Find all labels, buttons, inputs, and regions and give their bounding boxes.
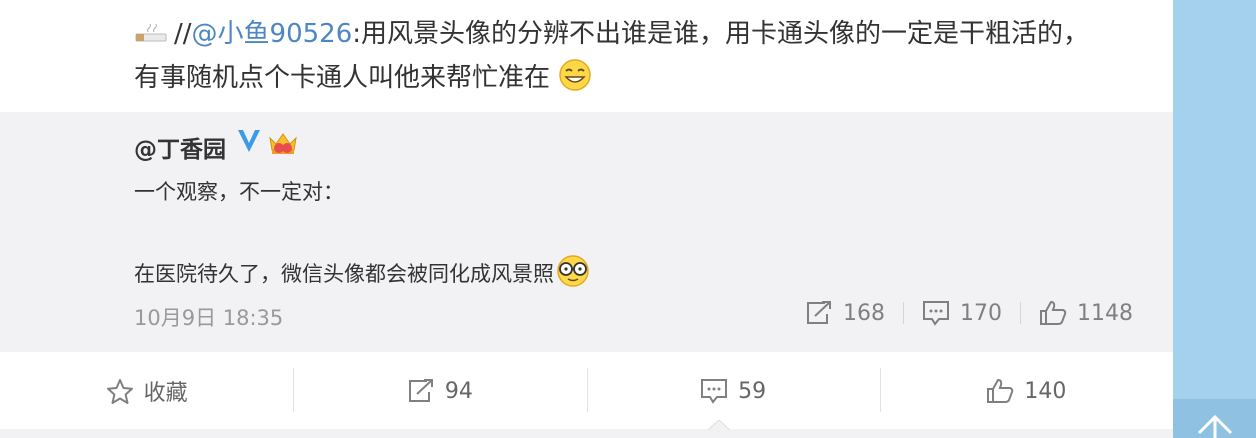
post-text: //@小鱼90526:用风景头像的分辨不出谁是谁，用卡通头像的一定是干粗活的， … (134, 12, 1134, 100)
post-text-line2: 有事随机点个卡通人叫他来帮忙准在 (134, 63, 551, 93)
repost-icon (408, 379, 433, 402)
repost-icon (807, 301, 831, 324)
repost-timestamp[interactable]: 10月9日 18:35 (134, 302, 283, 332)
divider (1020, 302, 1021, 324)
repost-repost-button[interactable]: 168 (805, 300, 885, 326)
weibo-post-card: //@小鱼90526:用风景头像的分辨不出谁是谁，用卡通头像的一定是干粗活的， … (0, 0, 1173, 438)
repost-comment-button[interactable]: 170 (922, 300, 1002, 326)
grin-emoji-icon (558, 58, 592, 106)
comment-count: 59 (738, 378, 767, 404)
divider (879, 368, 881, 412)
like-icon (987, 378, 1014, 403)
reposted-content: @丁香园 一个观察，不一定对： 在医院待久了，微信头像都会被同化成风景照 10月… (0, 112, 1173, 352)
star-icon (106, 378, 133, 404)
repost-action-bar: 168 170 1148 (805, 300, 1133, 326)
post-text-line1: :用风景头像的分辨不出谁是谁，用卡通头像的一定是干粗活的， (352, 19, 1090, 49)
divider (586, 368, 588, 412)
like-icon (1040, 300, 1067, 325)
like-button[interactable]: 140 (879, 352, 1173, 430)
repost-body-line3-wrap: 在医院待久了，微信头像都会被同化成风景照 (134, 252, 592, 296)
like-count: 140 (1024, 378, 1067, 404)
repost-body-line2 (134, 212, 592, 252)
repost-like-count: 1148 (1077, 300, 1133, 326)
verified-v-icon (236, 128, 262, 158)
comment-button[interactable]: 59 (586, 352, 880, 430)
repost-like-button[interactable]: 1148 (1039, 300, 1133, 326)
back-to-top-icon (1197, 414, 1232, 438)
comment-icon (701, 379, 728, 404)
repost-body-line1: 一个观察，不一定对： (134, 180, 344, 204)
crown-member-icon (266, 128, 300, 162)
comment-area-edge (0, 429, 1173, 438)
favorite-button[interactable]: 收藏 (0, 352, 293, 430)
post-action-toolbar: 收藏 94 59 140 (0, 352, 1173, 430)
comment-pointer (708, 420, 730, 430)
divider (293, 368, 295, 412)
repost-author-link[interactable]: @丁香园 (134, 130, 226, 164)
back-to-top-button[interactable] (1173, 399, 1256, 438)
cigarette-icon (134, 14, 170, 58)
comment-icon (923, 301, 949, 326)
right-side-rail (1173, 0, 1256, 438)
repost-separator: // (174, 19, 192, 49)
favorite-label: 收藏 (143, 381, 188, 406)
divider (903, 302, 904, 324)
repost-body-line3: 在医院待久了，微信头像都会被同化成风景照 (134, 262, 554, 286)
repost-repost-count: 168 (843, 300, 885, 326)
repost-comment-count: 170 (960, 300, 1002, 326)
glasses-emoji-icon (554, 253, 592, 302)
repost-body: 一个观察，不一定对： 在医院待久了，微信头像都会被同化成风景照 (134, 172, 592, 296)
user-mention-link[interactable]: @小鱼90526 (192, 19, 353, 49)
repost-button[interactable]: 94 (293, 352, 586, 430)
repost-count: 94 (444, 378, 473, 404)
